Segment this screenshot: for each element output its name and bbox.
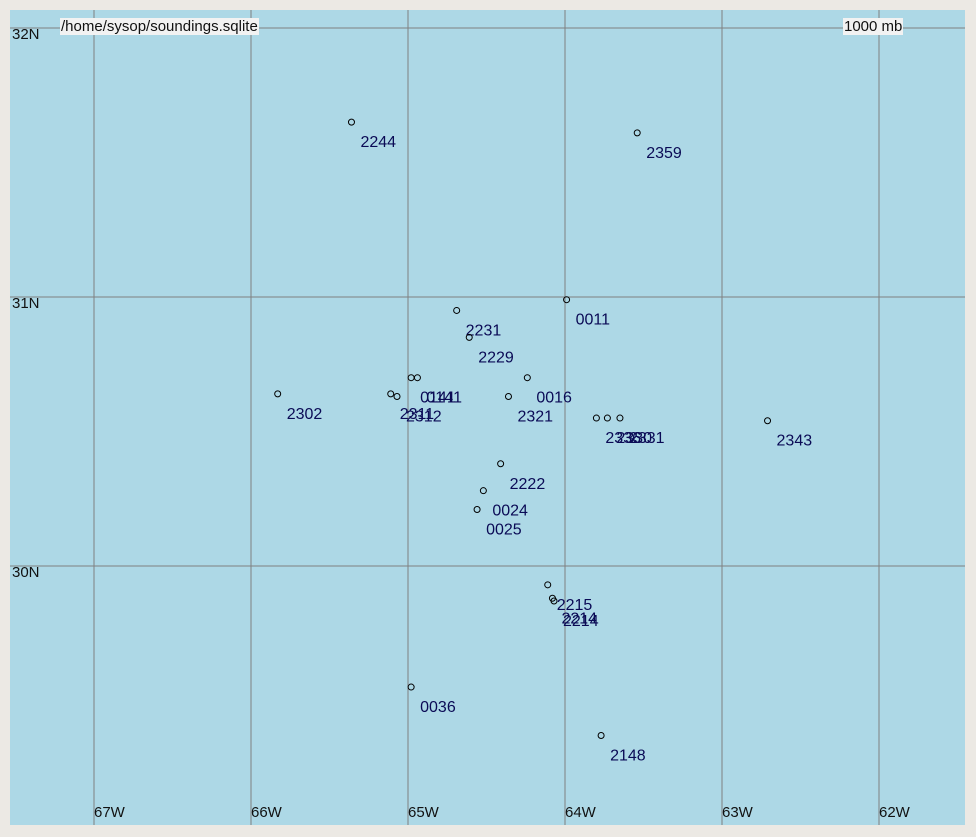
station-marker[interactable] [347, 118, 355, 126]
station-marker[interactable] [603, 414, 611, 422]
station-marker[interactable] [592, 414, 600, 422]
station-2231[interactable]: 2231 [453, 306, 502, 339]
station-label: 0025 [486, 522, 522, 539]
station-marker[interactable] [597, 731, 605, 739]
station-label: 0141 [420, 390, 456, 407]
pressure-level-label: 1000 mb [843, 18, 904, 35]
station-marker[interactable] [616, 414, 624, 422]
station-label: 0016 [536, 390, 572, 407]
station-label: 2229 [478, 349, 514, 366]
longitude-label: 65W [408, 804, 440, 821]
station-2302[interactable]: 2302 [274, 390, 323, 423]
longitude-label: 67W [94, 804, 126, 821]
graticule-labels: 32N 31N 30N 67W 66W 65W 64W 63W 62W [12, 26, 911, 821]
station-layer[interactable]: 2244235900112231222901410141 00162302 2311… [274, 118, 813, 764]
longitude-label: 64W [565, 804, 597, 821]
station-label: 2321 [517, 409, 553, 426]
station-2148[interactable]: 2148 [597, 731, 646, 764]
station-0011[interactable]: 0011 [563, 296, 611, 329]
sounding-map[interactable]: 2244235900112231222901410141 00162302 2311… [10, 10, 965, 825]
station-label: 2214 [563, 613, 599, 630]
station-marker[interactable] [544, 581, 552, 589]
station-0036[interactable]: 0036 [407, 683, 456, 716]
station-marker[interactable] [473, 506, 481, 514]
graticule [10, 10, 965, 825]
station-label: 0011 [576, 312, 611, 329]
station-2215[interactable]: 2215 [544, 581, 593, 614]
station-label: 2331 [629, 430, 665, 447]
latitude-label: 32N [12, 26, 40, 43]
station-marker[interactable] [497, 460, 505, 468]
longitude-label: 63W [722, 804, 754, 821]
map-window: 2244 2359 0011 2231 2229 0141 0141 0016 2302 2311… [0, 0, 976, 837]
map-canvas[interactable]: 2244 2359 0011 2231 2229 0141 0141 0016 2302 2311… [10, 10, 965, 825]
latitude-label: 31N [12, 295, 40, 312]
station-marker[interactable] [274, 390, 282, 398]
longitude-label: 62W [879, 804, 911, 821]
station-marker[interactable] [563, 296, 571, 304]
station-label: 2302 [287, 406, 323, 423]
station-marker[interactable] [523, 374, 531, 382]
file-path-label: /home/sysop/soundings.sqlite [60, 18, 259, 35]
station-2244[interactable]: 2244 [347, 118, 396, 151]
station-marker[interactable] [407, 683, 415, 691]
station-label: 2222 [510, 476, 546, 493]
station-marker[interactable] [504, 393, 512, 401]
station-2343[interactable]: 2343 [764, 417, 813, 450]
station-label: 2148 [610, 747, 646, 764]
station-marker[interactable] [407, 374, 415, 382]
station-label: 2312 [406, 409, 442, 426]
station-marker[interactable] [479, 487, 487, 495]
station-label: 2231 [466, 322, 502, 339]
latitude-label: 30N [12, 564, 40, 581]
station-marker[interactable] [393, 393, 401, 401]
station-marker[interactable] [764, 417, 772, 425]
station-label: 0036 [420, 699, 456, 716]
longitude-label: 66W [251, 804, 283, 821]
station-marker[interactable] [453, 306, 461, 314]
station-marker[interactable] [413, 374, 421, 382]
station-2359[interactable]: 2359 [633, 129, 682, 162]
station-label: 0024 [492, 503, 528, 520]
station-label: 2244 [360, 134, 396, 151]
station-marker[interactable] [633, 129, 641, 137]
station-2222[interactable]: 2222 [497, 460, 546, 493]
station-label: 2359 [646, 145, 682, 162]
station-marker[interactable] [387, 390, 395, 398]
station-label: 2343 [777, 433, 813, 450]
